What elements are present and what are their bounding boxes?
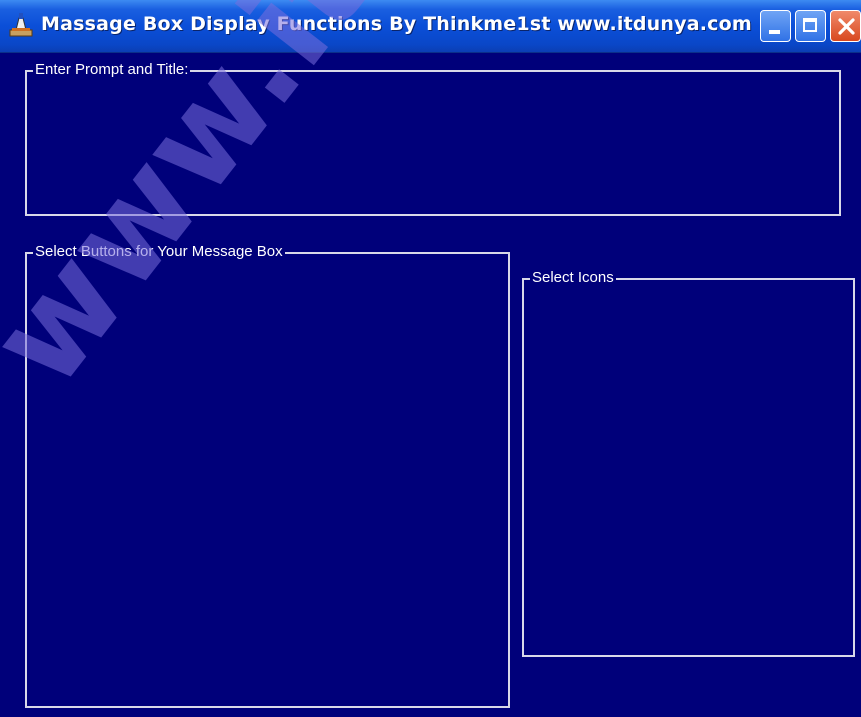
close-icon: [838, 18, 855, 35]
buttons-group: Select Buttons for Your Message Box: [25, 243, 510, 708]
prompt-title-group: Enter Prompt and Title:: [25, 61, 841, 216]
minimize-button[interactable]: [760, 10, 791, 42]
maximize-button[interactable]: [795, 10, 826, 42]
prompt-title-group-label: Enter Prompt and Title:: [33, 61, 191, 79]
maximize-icon: [803, 18, 817, 32]
window-title: Massage Box Display Functions By Thinkme…: [41, 13, 752, 35]
icons-group: Select Icons: [522, 269, 855, 657]
minimize-icon: [769, 30, 780, 34]
app-icon[interactable]: [8, 10, 34, 38]
buttons-group-label: Select Buttons for Your Message Box: [33, 243, 285, 261]
title-bar[interactable]: Massage Box Display Functions By Thinkme…: [0, 0, 861, 53]
close-button[interactable]: [830, 10, 861, 42]
app-window: Massage Box Display Functions By Thinkme…: [0, 0, 861, 717]
icons-group-label: Select Icons: [530, 269, 616, 287]
